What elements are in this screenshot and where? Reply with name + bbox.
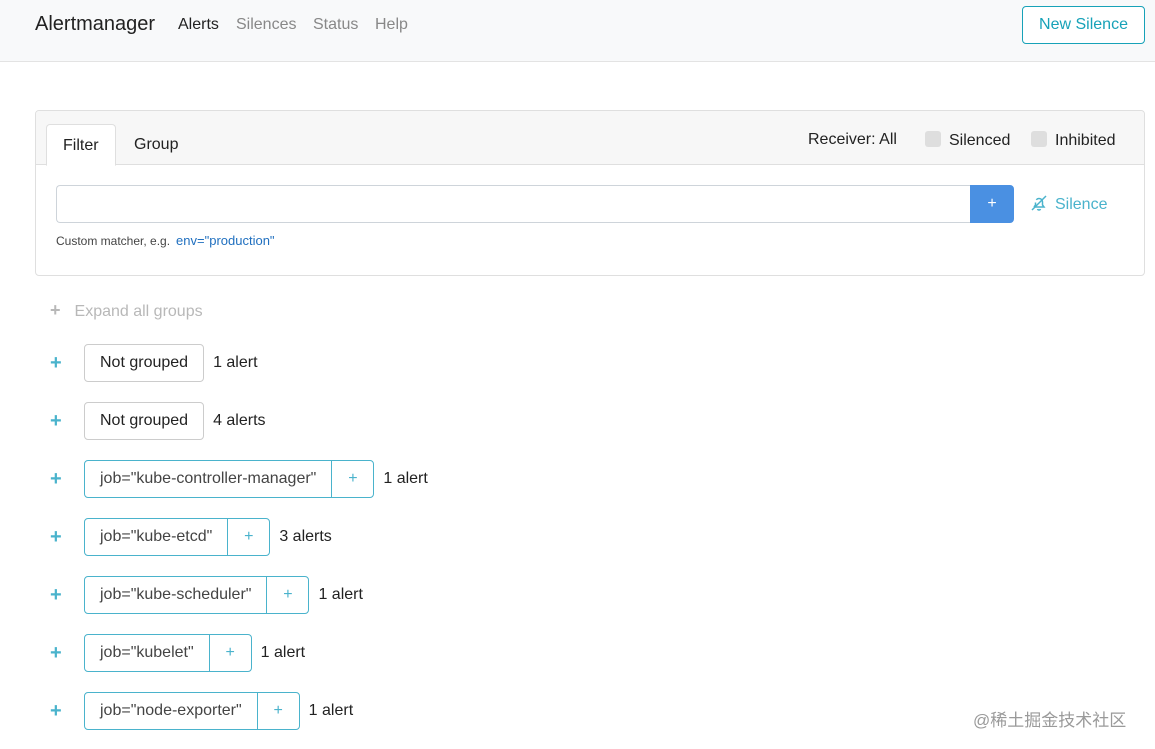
silence-link-label: Silence: [1055, 196, 1108, 213]
group-row: + Not grouped 1 alert: [50, 344, 258, 382]
group-alert-count: 1 alert: [318, 586, 363, 603]
filter-input[interactable]: [56, 185, 971, 223]
add-matcher-to-filter-button[interactable]: +: [332, 461, 373, 497]
group-matcher-label: job="kubelet": [85, 635, 210, 671]
hint-text: Custom matcher, e.g.: [56, 234, 171, 248]
add-matcher-to-filter-button[interactable]: +: [228, 519, 269, 555]
nav-help[interactable]: Help: [375, 16, 408, 34]
silence-link[interactable]: Silence: [1029, 193, 1107, 214]
tab-group[interactable]: Group: [118, 124, 194, 166]
group-matcher-label: job="node-exporter": [85, 693, 258, 729]
group-alert-count: 1 alert: [383, 470, 428, 487]
add-matcher-button[interactable]: +: [970, 185, 1014, 223]
bell-slash-icon: [1031, 195, 1047, 211]
expand-group-plus-icon[interactable]: +: [50, 352, 84, 375]
group-alert-count: 3 alerts: [279, 528, 332, 545]
matcher-hint: Custom matcher, e.g. env="production": [56, 233, 275, 248]
group-row: + Not grouped 4 alerts: [50, 402, 266, 440]
expand-group-plus-icon[interactable]: +: [50, 468, 84, 491]
tab-filter[interactable]: Filter: [46, 124, 116, 166]
group-matcher: job="node-exporter" +: [84, 692, 300, 730]
filter-card: Filter Group Receiver: All Silenced Inhi…: [35, 110, 1145, 276]
expand-all-groups[interactable]: + Expand all groups: [50, 300, 203, 321]
add-matcher-to-filter-button[interactable]: +: [210, 635, 251, 671]
nav-status[interactable]: Status: [313, 16, 358, 34]
new-silence-button[interactable]: New Silence: [1022, 6, 1145, 44]
expand-all-plus-icon: +: [50, 300, 61, 320]
expand-group-plus-icon[interactable]: +: [50, 584, 84, 607]
expand-group-plus-icon[interactable]: +: [50, 642, 84, 665]
expand-group-plus-icon[interactable]: +: [50, 700, 84, 723]
group-row: + job="kubelet" + 1 alert: [50, 634, 305, 672]
expand-all-label: Expand all groups: [74, 303, 203, 320]
group-alert-count: 1 alert: [213, 354, 258, 371]
group-matcher-label: job="kube-etcd": [85, 519, 229, 555]
add-matcher-to-filter-button[interactable]: +: [267, 577, 308, 613]
group-alert-count: 1 alert: [260, 644, 306, 661]
group-matcher: job="kube-etcd" +: [84, 518, 271, 556]
hint-example[interactable]: env="production": [176, 233, 275, 248]
nav-alerts[interactable]: Alerts: [178, 16, 219, 34]
expand-group-plus-icon[interactable]: +: [50, 526, 84, 549]
group-row: + job="node-exporter" + 1 alert: [50, 692, 353, 730]
group-alert-count: 4 alerts: [213, 412, 266, 429]
inhibited-checkbox-box[interactable]: [1031, 131, 1047, 147]
silenced-label: Silenced: [949, 132, 1011, 149]
filter-card-header: Filter Group Receiver: All Silenced Inhi…: [36, 111, 1144, 166]
receiver-selector[interactable]: Receiver: All: [808, 131, 897, 149]
inhibited-label: Inhibited: [1055, 132, 1116, 149]
group-row: + job="kube-controller-manager" + 1 aler…: [50, 460, 428, 498]
silenced-checkbox[interactable]: Silenced: [925, 131, 1010, 150]
watermark: @稀土掘金技术社区: [973, 711, 1127, 730]
group-matcher-label: job="kube-controller-manager": [85, 461, 333, 497]
nav-silences[interactable]: Silences: [236, 16, 296, 34]
group-matcher: job="kubelet" +: [84, 634, 252, 672]
brand-title[interactable]: Alertmanager: [35, 13, 155, 36]
group-matcher-label: job="kube-scheduler": [85, 577, 268, 613]
add-matcher-to-filter-button[interactable]: +: [258, 693, 299, 729]
inhibited-checkbox[interactable]: Inhibited: [1031, 131, 1116, 150]
group-matcher: job="kube-scheduler" +: [84, 576, 310, 614]
expand-group-plus-icon[interactable]: +: [50, 410, 84, 433]
group-row: + job="kube-scheduler" + 1 alert: [50, 576, 363, 614]
group-label: Not grouped: [84, 344, 205, 382]
group-matcher: job="kube-controller-manager" +: [84, 460, 375, 498]
group-alert-count: 1 alert: [308, 702, 354, 719]
navbar: Alertmanager Alerts Silences Status Help…: [0, 0, 1155, 62]
silenced-checkbox-box[interactable]: [925, 131, 941, 147]
group-label: Not grouped: [84, 402, 205, 440]
group-row: + job="kube-etcd" + 3 alerts: [50, 518, 332, 556]
